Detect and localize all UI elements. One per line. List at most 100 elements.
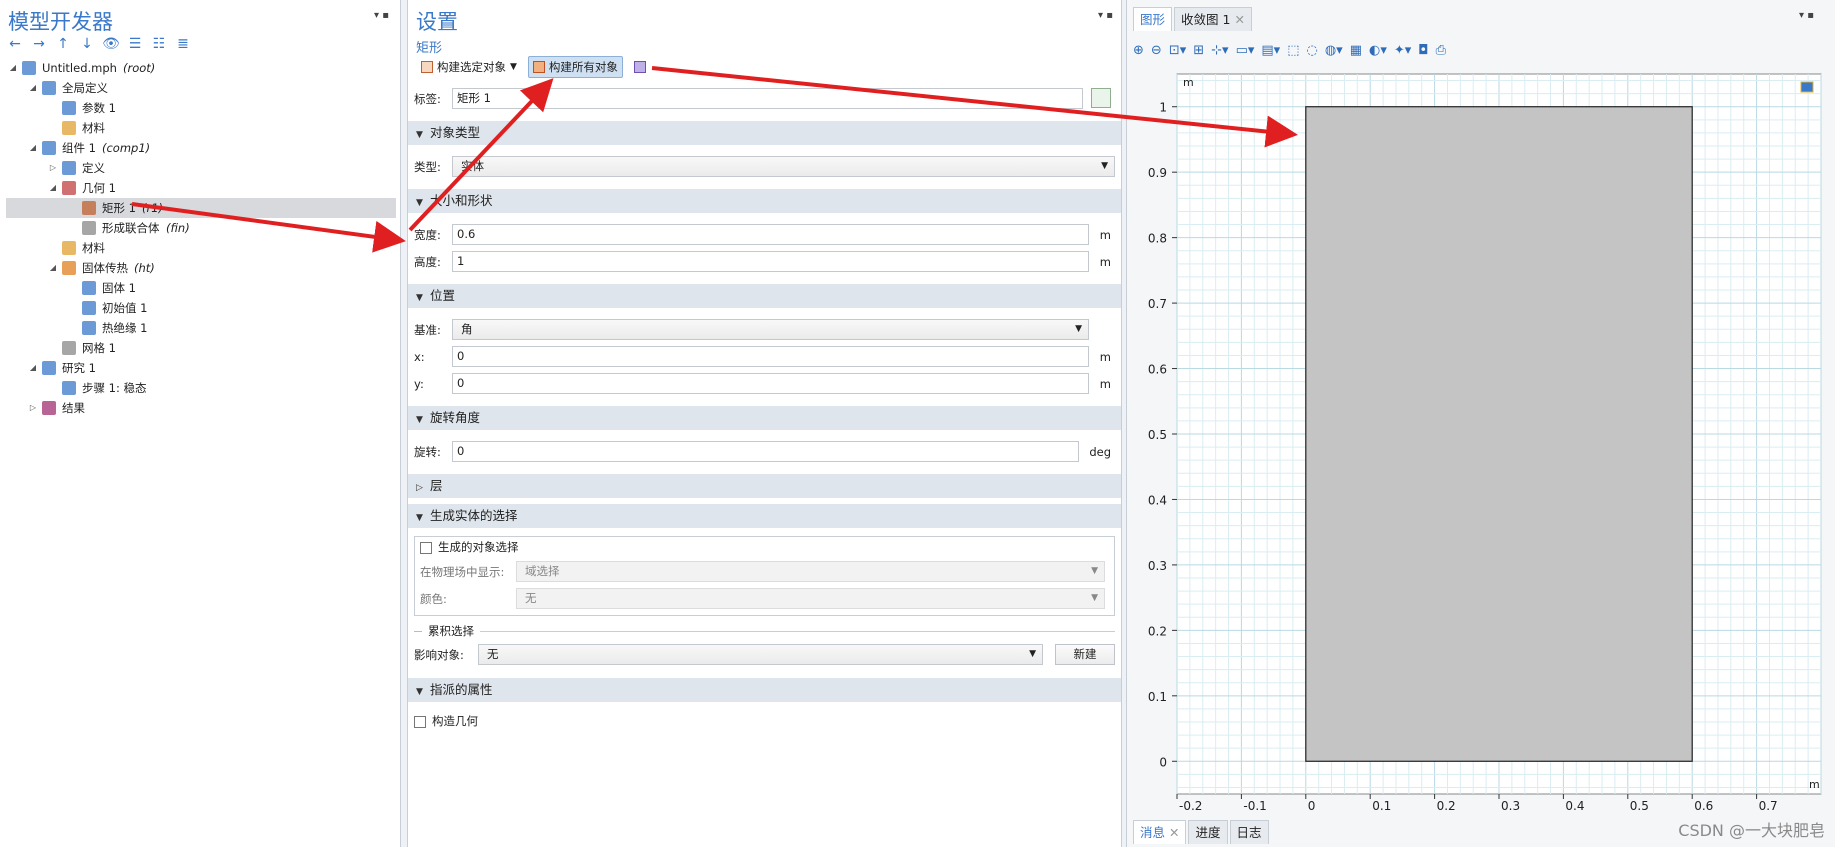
expand-twisty-icon[interactable]: ▷ — [28, 398, 38, 418]
tree-node[interactable]: 材料 — [6, 118, 396, 138]
chevron-down-icon: ▼ — [1029, 649, 1036, 659]
tree-node-label: 研究 1 — [62, 361, 96, 375]
collapse-icon[interactable]: ☷ — [150, 36, 168, 52]
expand-twisty-icon[interactable]: ▷ — [48, 158, 58, 178]
section-size-shape[interactable]: ▼ 大小和形状 — [408, 189, 1121, 213]
section-selections[interactable]: ▼ 生成实体的选择 — [408, 504, 1121, 528]
tree-node-label: 步骤 1: 稳态 — [82, 381, 147, 395]
view-icon[interactable]: ◍▾ — [1325, 43, 1343, 58]
tree-node-label: 参数 1 — [82, 101, 116, 115]
color-select[interactable]: 无 ▼ — [516, 588, 1105, 609]
tree-node-tag: (root) — [123, 61, 156, 75]
collapse-twisty-icon[interactable]: ◢ — [28, 138, 38, 158]
zoom-box-icon[interactable]: ⊡▾ — [1169, 43, 1186, 58]
section-assigned-attributes[interactable]: ▼ 指派的属性 — [408, 678, 1121, 702]
collapse-twisty-icon[interactable]: ◢ — [48, 258, 58, 278]
box-select-icon[interactable]: ⬚ — [1287, 43, 1299, 58]
move-up-icon[interactable]: ↑ — [54, 36, 72, 52]
collapse-twisty-icon[interactable]: ◢ — [28, 358, 38, 378]
x-tick-label: 0.7 — [1759, 799, 1778, 813]
x-tick-label: -0.1 — [1243, 799, 1266, 813]
tree-node[interactable]: 参数 1 — [6, 98, 396, 118]
show-in-physics-select[interactable]: 域选择 ▼ — [516, 561, 1105, 582]
collapse-twisty-icon[interactable]: ◢ — [8, 58, 18, 78]
tree-node[interactable]: 矩形 1 (r1) — [6, 198, 396, 218]
selection-list-icon[interactable]: ▤▾ — [1261, 43, 1280, 58]
width-input[interactable]: 0.6 — [452, 224, 1089, 245]
close-icon[interactable]: ✕ — [1234, 12, 1244, 27]
tree-node[interactable]: ◢ 固体传热 (ht) — [6, 258, 396, 278]
edit-label-icon[interactable] — [1091, 88, 1111, 108]
tree-node[interactable]: ◢ 组件 1 (comp1) — [6, 138, 396, 158]
tab-progress[interactable]: 进度 — [1188, 820, 1228, 844]
tab-log[interactable]: 日志 — [1229, 820, 1269, 844]
axes-icon[interactable]: ⊹▾ — [1211, 43, 1228, 58]
close-icon[interactable]: ✕ — [1169, 825, 1179, 840]
tree-node-label: 全局定义 — [62, 81, 108, 95]
zoom-in-icon[interactable]: ⊕ — [1133, 43, 1144, 58]
scene-light-icon[interactable]: ✦▾ — [1394, 43, 1411, 58]
rotation-input[interactable]: 0 — [452, 441, 1079, 462]
geometry-plot[interactable]: -0.2 -0.1 0 0.1 0.2 0.3 0.4 0.5 0.6 0.7 0 0.1 0.2 0.3… — [1127, 64, 1835, 816]
settings-panel: 设置 ▾ ▪ 矩形 构建选定对象 ▼ 构建所有对象 标签: 矩形 1 ▼ 对象类型… — [407, 0, 1122, 847]
panel-menu-icon[interactable]: ▾ ▪ — [1799, 10, 1814, 21]
build-options-button[interactable] — [629, 56, 651, 78]
build-selected-button[interactable]: 构建选定对象 ▼ — [416, 56, 522, 78]
tree-node[interactable]: ▷ 结果 — [6, 398, 396, 418]
section-position[interactable]: ▼ 位置 — [408, 284, 1121, 308]
tree-node-label: 初始值 1 — [102, 301, 148, 315]
select-mode-icon[interactable]: ▭▾ — [1236, 43, 1255, 58]
tree-node[interactable]: 步骤 1: 稳态 — [6, 378, 396, 398]
tab-convergence-plot[interactable]: 收敛图 1 ✕ — [1174, 7, 1252, 31]
zoom-out-icon[interactable]: ⊖ — [1151, 43, 1162, 58]
type-select[interactable]: 实体 ▼ — [452, 156, 1115, 177]
render-icon[interactable]: ◐▾ — [1369, 43, 1387, 58]
tree-node[interactable]: ◢ 几何 1 — [6, 178, 396, 198]
object-selection-checkbox[interactable] — [420, 541, 432, 554]
expand-icon[interactable]: ☰ — [126, 36, 144, 52]
panel-menu-icon[interactable]: ▾ ▪ — [374, 10, 389, 21]
tree-node[interactable]: ▷ 定义 — [6, 158, 396, 178]
build-all-button[interactable]: 构建所有对象 — [527, 56, 623, 78]
model-tree: ◢ Untitled.mph (root) ◢ 全局定义 参数 1 材料 ◢ 组件 1 (comp… — [6, 58, 396, 418]
hide-icon[interactable]: ◌ — [1306, 43, 1317, 58]
construction-geometry-checkbox[interactable] — [414, 715, 426, 728]
list-options-icon[interactable]: ≣ — [174, 36, 192, 52]
tree-node[interactable]: 网格 1 — [6, 338, 396, 358]
move-down-icon[interactable]: ↓ — [78, 36, 96, 52]
section-rotation[interactable]: ▼ 旋转角度 — [408, 406, 1121, 430]
bottom-tabs: 消息 ✕ 进度 日志 — [1133, 820, 1269, 844]
new-button[interactable]: 新建 — [1055, 644, 1115, 665]
tree-node[interactable]: 固体 1 — [6, 278, 396, 298]
height-input[interactable]: 1 — [452, 251, 1089, 272]
forward-arrow-icon[interactable]: → — [30, 36, 48, 52]
tab-graphics[interactable]: 图形 — [1133, 7, 1173, 31]
tree-node[interactable]: 形成联合体 (fin) — [6, 218, 396, 238]
tab-messages[interactable]: 消息 ✕ — [1133, 820, 1187, 844]
watermark: CSDN @一大块肥皂 — [1678, 821, 1825, 840]
panel-title: 模型开发器 — [8, 10, 113, 34]
label-input[interactable]: 矩形 1 — [452, 88, 1083, 109]
tree-node[interactable]: 热绝缘 1 — [6, 318, 396, 338]
back-arrow-icon[interactable]: ← — [6, 36, 24, 52]
base-select[interactable]: 角 ▼ — [452, 319, 1089, 340]
contribute-select[interactable]: 无 ▼ — [478, 644, 1043, 665]
camera-icon[interactable]: ◘ — [1418, 43, 1428, 58]
tree-node[interactable]: ◢ 研究 1 — [6, 358, 396, 378]
section-object-type[interactable]: ▼ 对象类型 — [408, 121, 1121, 145]
tree-node[interactable]: ◢ 全局定义 — [6, 78, 396, 98]
panel-menu-icon[interactable]: ▾ ▪ — [1098, 10, 1113, 21]
build-selected-icon — [421, 61, 433, 73]
section-layers[interactable]: ▷ 层 — [408, 474, 1121, 498]
x-input[interactable]: 0 — [452, 346, 1089, 367]
show-icon[interactable]: 👁 — [102, 36, 120, 52]
grid-icon[interactable]: ▦ — [1350, 43, 1362, 58]
tree-node[interactable]: 初始值 1 — [6, 298, 396, 318]
tree-node[interactable]: ◢ Untitled.mph (root) — [6, 58, 396, 78]
tree-node[interactable]: 材料 — [6, 238, 396, 258]
print-icon[interactable]: ⎙ — [1436, 43, 1446, 58]
y-input[interactable]: 0 — [452, 373, 1089, 394]
zoom-extents-icon[interactable]: ⊞ — [1193, 43, 1204, 58]
collapse-twisty-icon[interactable]: ◢ — [48, 178, 58, 198]
collapse-twisty-icon[interactable]: ◢ — [28, 78, 38, 98]
